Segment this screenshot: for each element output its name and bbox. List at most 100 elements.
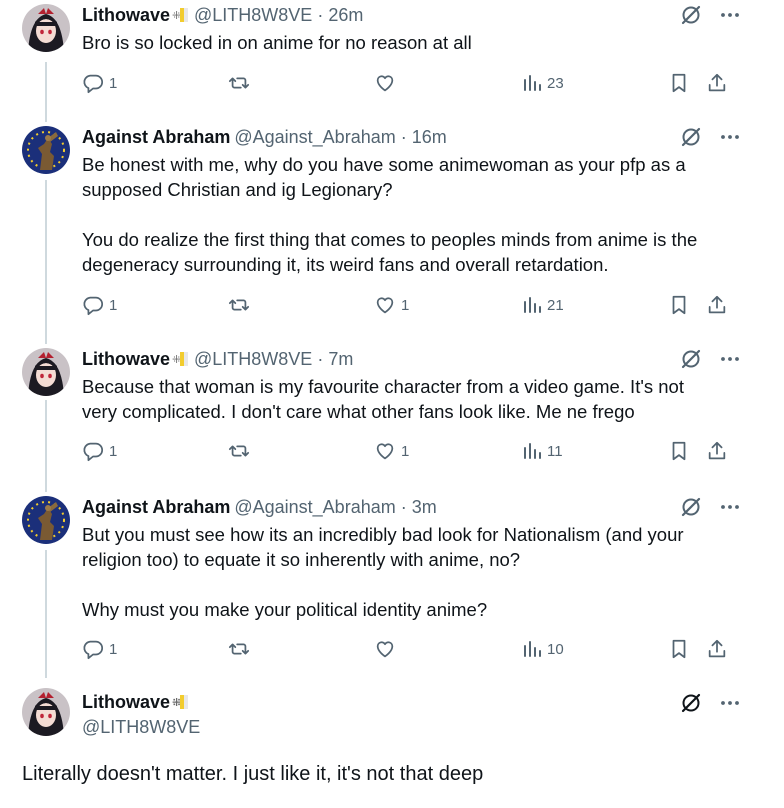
tweet-header: Lithowave ⁜ @LITH8W8VE · 26m	[82, 2, 744, 28]
like-button[interactable]	[374, 638, 401, 660]
views-icon	[522, 441, 542, 461]
user-handle[interactable]: @Against_Abraham	[234, 497, 395, 518]
reply-button[interactable]: 1	[82, 72, 117, 94]
display-name[interactable]: Lithowave	[82, 5, 170, 26]
grok-icon[interactable]	[680, 692, 702, 714]
more-icon[interactable]	[720, 693, 740, 713]
tweet-text: But you must see how its an incredibly b…	[82, 522, 744, 622]
more-icon[interactable]	[720, 5, 740, 25]
svg-text:⁜: ⁜	[172, 353, 181, 366]
bookmark-icon	[668, 638, 690, 660]
views-icon	[522, 639, 542, 659]
reply-count: 1	[109, 442, 118, 460]
retweet-button[interactable]	[228, 638, 255, 660]
views-button[interactable]: 21	[522, 295, 564, 315]
views-button[interactable]: 11	[522, 441, 563, 461]
display-name[interactable]: Against Abraham	[82, 127, 230, 148]
bookmark-button[interactable]	[668, 638, 690, 660]
user-handle[interactable]: @LITH8W8VE	[194, 5, 312, 26]
share-button[interactable]	[706, 72, 728, 94]
reply-icon	[82, 440, 104, 462]
avatar-lithowave[interactable]	[22, 348, 70, 396]
views-button[interactable]: 23	[522, 73, 564, 93]
share-icon	[706, 72, 728, 94]
share-button[interactable]	[706, 638, 728, 660]
user-handle[interactable]: @LITH8W8VE	[82, 715, 200, 739]
share-icon	[706, 294, 728, 316]
tweet-line: religion too) to equate it so inherently…	[82, 549, 521, 570]
avatar-lithowave[interactable]	[22, 688, 70, 736]
display-name[interactable]: Against Abraham	[82, 497, 230, 518]
more-icon[interactable]	[720, 127, 740, 147]
reply-count: 1	[109, 296, 118, 314]
like-icon	[374, 294, 396, 316]
user-handle[interactable]: @Against_Abraham	[234, 127, 395, 148]
tweet-line: Be honest with me, why do you have some …	[82, 154, 686, 175]
tweet-header: Lithowave ⁜ @LITH8W8VE · 7m	[82, 346, 744, 372]
bookmark-button[interactable]	[668, 294, 690, 316]
like-button[interactable]: 1	[374, 440, 409, 462]
share-button[interactable]	[706, 440, 728, 462]
like-button[interactable]: 1	[374, 294, 409, 316]
separator: ·	[317, 348, 324, 369]
svg-text:⁜: ⁜	[172, 696, 181, 709]
retweet-button[interactable]	[228, 72, 255, 94]
bookmark-icon	[668, 294, 690, 316]
avatar-against-abraham[interactable]	[22, 126, 70, 174]
more-icon[interactable]	[720, 497, 740, 517]
flag-badge-icon: ⁜	[172, 6, 190, 24]
view-count: 10	[547, 640, 564, 658]
bookmark-button[interactable]	[668, 72, 690, 94]
avatar-against-abraham[interactable]	[22, 496, 70, 544]
tweet-line: Because that woman is my favourite chara…	[82, 376, 684, 397]
reply-icon	[82, 294, 104, 316]
more-icon[interactable]	[720, 349, 740, 369]
reply-button[interactable]: 1	[82, 638, 117, 660]
reply-count: 1	[109, 640, 118, 658]
tweet-line: You do realize the first thing that come…	[82, 229, 698, 250]
retweet-button[interactable]	[228, 440, 255, 462]
like-icon	[374, 440, 396, 462]
grok-icon[interactable]	[680, 126, 702, 148]
bookmark-icon	[668, 72, 690, 94]
share-button[interactable]	[706, 294, 728, 316]
timestamp[interactable]: 7m	[328, 349, 353, 370]
flag-badge-icon: ⁜	[172, 350, 190, 368]
timestamp[interactable]: 16m	[412, 127, 447, 148]
views-button[interactable]: 10	[522, 639, 564, 659]
grok-icon[interactable]	[680, 348, 702, 370]
like-icon	[374, 72, 396, 94]
retweet-button[interactable]	[228, 294, 255, 316]
like-button[interactable]	[374, 72, 401, 94]
retweet-icon	[228, 440, 250, 462]
tweet-line: very complicated. I don't care what othe…	[82, 401, 635, 422]
user-handle[interactable]: @LITH8W8VE	[194, 349, 312, 370]
tweet-header: Against Abraham @Against_Abraham · 16m	[82, 124, 744, 150]
reply-button[interactable]: 1	[82, 294, 117, 316]
grok-icon[interactable]	[680, 496, 702, 518]
display-name[interactable]: Lithowave	[82, 349, 170, 370]
reply-button[interactable]: 1	[82, 440, 117, 462]
separator: ·	[317, 4, 324, 25]
tweet-text: Be honest with me, why do you have some …	[82, 152, 744, 277]
reply-count: 1	[109, 74, 118, 92]
thread-line	[45, 180, 47, 344]
tweet-actions: 1 1 11	[82, 438, 732, 464]
bookmark-icon	[668, 440, 690, 462]
tweet-text: Because that woman is my favourite chara…	[82, 374, 744, 424]
retweet-icon	[228, 72, 250, 94]
avatar-lithowave[interactable]	[22, 4, 70, 52]
thread-line	[45, 62, 47, 122]
thread-line	[45, 400, 47, 492]
tweet-line: supposed Christian and ig Legionary?	[82, 179, 393, 200]
timestamp[interactable]: 3m	[412, 497, 437, 518]
timestamp[interactable]: 26m	[328, 5, 363, 26]
tweet-line: Why must you make your political identit…	[82, 599, 488, 620]
separator: ·	[400, 496, 407, 517]
view-count: 11	[547, 442, 563, 460]
tweet-line: Bro is so locked in on anime for no reas…	[82, 32, 472, 53]
tweet-actions: 1 10	[82, 636, 732, 662]
display-name[interactable]: Lithowave	[82, 692, 170, 713]
grok-icon[interactable]	[680, 4, 702, 26]
bookmark-button[interactable]	[668, 440, 690, 462]
